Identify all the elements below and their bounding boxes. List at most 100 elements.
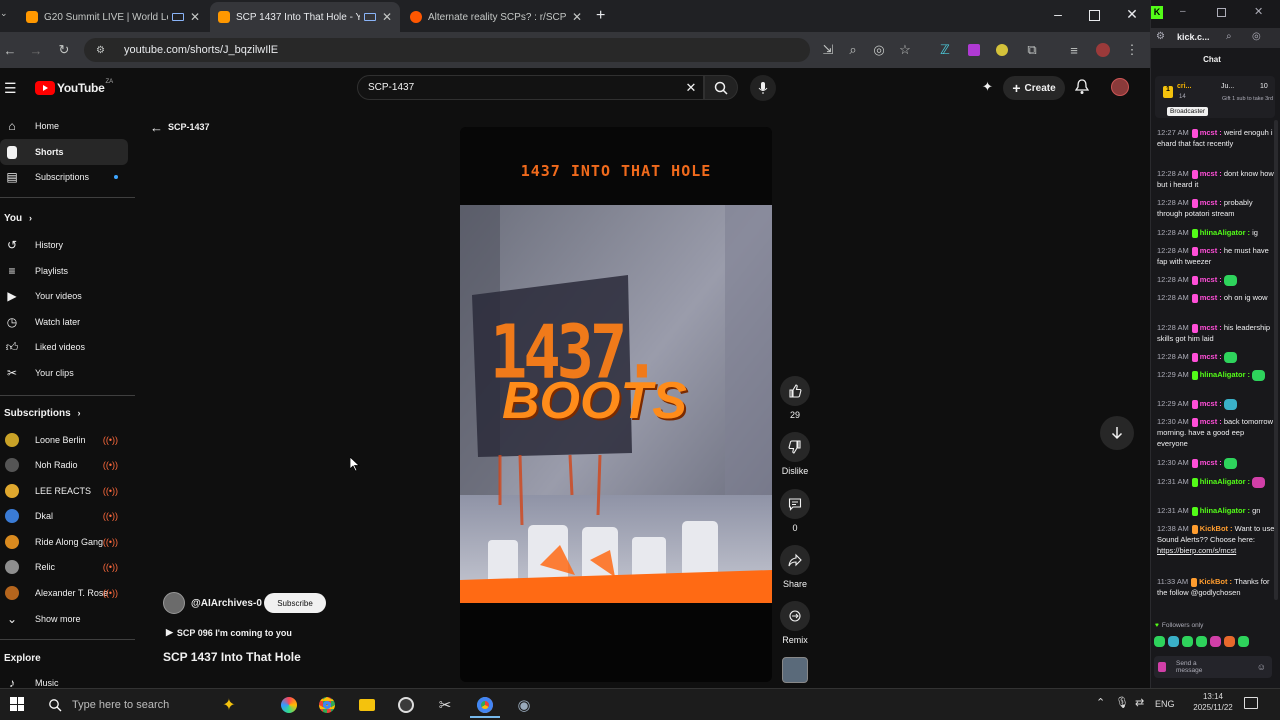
chat-username[interactable]: hlinaAligator bbox=[1200, 228, 1246, 237]
zoom-icon[interactable]: ⌕ bbox=[843, 40, 863, 60]
sidebar-item-liked-videos[interactable]: 👍︎ Liked videos bbox=[0, 334, 128, 360]
youtube-logo[interactable]: YouTube ZA bbox=[35, 79, 113, 97]
popup-eye-off-icon[interactable]: ◎ bbox=[1252, 31, 1261, 42]
copilot-sparkle-icon[interactable]: ✦ bbox=[218, 694, 240, 716]
emote-icon[interactable] bbox=[1238, 636, 1249, 647]
emote-icon[interactable] bbox=[1224, 636, 1235, 647]
chat-username[interactable]: mcst bbox=[1200, 323, 1218, 332]
profile-avatar-icon[interactable] bbox=[1093, 40, 1113, 60]
maximize-icon[interactable] bbox=[1089, 10, 1100, 21]
hamburger-menu-icon[interactable]: ☰ bbox=[4, 80, 20, 96]
taskbar-chrome-profile-icon[interactable] bbox=[474, 694, 496, 716]
clear-search-icon[interactable]: ✕ bbox=[679, 80, 703, 96]
taskbar-obs-icon[interactable] bbox=[395, 694, 417, 716]
close-window-icon[interactable]: ✕ bbox=[1122, 6, 1142, 26]
chat-username[interactable]: KickBot bbox=[1200, 524, 1228, 533]
chat-username[interactable]: mcst bbox=[1200, 458, 1218, 467]
subscribe-button[interactable]: Subscribe bbox=[264, 593, 326, 613]
emote-icon[interactable] bbox=[1154, 636, 1165, 647]
subscription-dkal[interactable]: Dkal ((•)) bbox=[0, 503, 128, 529]
chat-username[interactable]: mcst bbox=[1200, 399, 1218, 408]
notifications-center-icon[interactable] bbox=[1244, 697, 1258, 709]
create-button[interactable]: + Create bbox=[1003, 76, 1065, 100]
popup-minimize-icon[interactable]: – bbox=[1180, 6, 1190, 17]
subscription-noh-radio[interactable]: Noh Radio ((•)) bbox=[0, 452, 128, 478]
emote-quick-bar[interactable] bbox=[1154, 636, 1272, 650]
install-app-icon[interactable]: ⇲ bbox=[818, 40, 838, 60]
chat-username[interactable]: mcst bbox=[1200, 169, 1218, 178]
eye-off-icon[interactable]: ◎ bbox=[869, 40, 889, 60]
new-tab-plus-icon[interactable]: + bbox=[596, 6, 612, 26]
search-button[interactable] bbox=[704, 75, 738, 100]
dislike-button[interactable]: Dislike bbox=[780, 432, 810, 476]
taskbar-chrome-icon[interactable] bbox=[316, 694, 338, 716]
chat-username[interactable]: KickBot bbox=[1199, 577, 1227, 586]
address-bar[interactable]: ⚙ youtube.com/shorts/J_bqzilwIlE bbox=[84, 38, 810, 62]
subscription-ride-along-gang[interactable]: Ride Along Gang ((•)) bbox=[0, 529, 128, 555]
sidebar-item-your-clips[interactable]: ✂ Your clips bbox=[0, 360, 128, 386]
chat-input[interactable]: Send a message ☺ bbox=[1154, 656, 1272, 678]
notifications-bell-icon[interactable] bbox=[1075, 79, 1091, 97]
browser-menu-icon[interactable]: ⋮ bbox=[1122, 40, 1142, 60]
popup-site-icon[interactable]: ⚙ bbox=[1156, 31, 1165, 42]
forward-arrow-icon[interactable]: → bbox=[26, 40, 46, 60]
tab-close-icon[interactable]: ✕ bbox=[572, 10, 582, 24]
chat-link[interactable]: https://bierp.com/s/mcst bbox=[1157, 546, 1236, 555]
sidebar-item-shorts[interactable]: Shorts bbox=[0, 139, 128, 165]
show-hidden-icons-chevron[interactable]: ⌃ bbox=[1096, 696, 1105, 709]
popup-zoom-icon[interactable]: ⌕ bbox=[1226, 31, 1232, 42]
tab-reddit-scp[interactable]: Alternate reality SCPs? : r/SCP ✕ bbox=[402, 2, 590, 32]
emote-icon[interactable] bbox=[1168, 636, 1179, 647]
taskbar-app-icon[interactable]: ◉ bbox=[513, 694, 535, 716]
tab-close-icon[interactable]: ✕ bbox=[190, 10, 200, 24]
sound-thumbnail[interactable] bbox=[782, 657, 808, 683]
chat-username[interactable]: mcst bbox=[1200, 198, 1218, 207]
network-icon[interactable]: ⇄ bbox=[1135, 696, 1144, 709]
emote-picker-icon[interactable]: ☺ bbox=[1257, 662, 1266, 672]
tab-scp-1437[interactable]: SCP 1437 Into That Hole - Y ✕ bbox=[210, 2, 400, 32]
sidebar-item-home[interactable]: ⌂ Home bbox=[0, 113, 128, 139]
sparkle-icon[interactable]: ✦ bbox=[982, 79, 1000, 97]
taskbar-app-copilot-icon[interactable] bbox=[278, 694, 300, 716]
taskbar-file-explorer-icon[interactable] bbox=[356, 694, 378, 716]
chat-username[interactable]: hlinaAligator bbox=[1200, 477, 1246, 486]
tab-g20-summit[interactable]: G20 Summit LIVE | World Le ✕ bbox=[18, 2, 208, 32]
site-info-icon[interactable]: ⚙ bbox=[96, 45, 110, 56]
sidebar-item-subscriptions[interactable]: ▤ Subscriptions bbox=[0, 164, 128, 190]
windows-start-icon[interactable] bbox=[10, 697, 24, 711]
like-button[interactable]: 29 bbox=[780, 376, 810, 420]
sidebar-item-history[interactable]: ↺ History bbox=[0, 232, 128, 258]
channel-avatar[interactable] bbox=[163, 592, 185, 614]
show-more-button[interactable]: ⌄ Show more bbox=[0, 606, 128, 632]
minimize-icon[interactable]: – bbox=[1048, 6, 1068, 26]
search-input[interactable]: SCP-1437 ✕ bbox=[357, 75, 704, 100]
you-heading[interactable]: You › bbox=[4, 213, 32, 224]
remix-button[interactable]: Remix bbox=[780, 601, 810, 645]
voice-search-button[interactable] bbox=[750, 75, 776, 101]
subscription-lee-reacts[interactable]: LEE REACTS ((•)) bbox=[0, 478, 128, 504]
language-indicator[interactable]: ENG bbox=[1155, 699, 1175, 709]
share-button[interactable]: Share bbox=[780, 545, 810, 589]
shorts-video-player[interactable]: 1437 INTO THAT HOLE 1437. BOOTS bbox=[460, 127, 772, 682]
sidebar-item-playlists[interactable]: ≡ Playlists bbox=[0, 258, 128, 284]
back-arrow-icon[interactable]: ← bbox=[0, 40, 20, 60]
chat-username[interactable]: mcst bbox=[1200, 293, 1218, 302]
emote-icon[interactable] bbox=[1196, 636, 1207, 647]
subscription-relic[interactable]: Relic ((•)) bbox=[0, 554, 128, 580]
tab-search-chevron-icon[interactable]: ⌄ bbox=[0, 8, 12, 24]
comments-button[interactable]: 0 bbox=[780, 489, 810, 533]
chat-username[interactable]: hlinaAligator bbox=[1200, 506, 1246, 515]
reload-icon[interactable]: ↻ bbox=[54, 40, 74, 60]
channel-name[interactable]: @AIArchives-0 bbox=[191, 598, 262, 609]
chat-username[interactable]: mcst bbox=[1200, 246, 1218, 255]
playlist-link[interactable]: ▶ SCP 096 I'm coming to you bbox=[166, 627, 292, 638]
taskbar-snipping-tool-icon[interactable]: ✂ bbox=[434, 694, 456, 716]
back-arrow-icon[interactable]: ← bbox=[150, 120, 163, 135]
subscription-alexander-t-rose[interactable]: Alexander T. Rose ((•)) bbox=[0, 580, 128, 606]
media-controls-icon[interactable]: ≡ bbox=[1064, 40, 1084, 60]
sidebar-item-your-videos[interactable]: ▶ Your videos bbox=[0, 283, 128, 309]
popup-maximize-icon[interactable] bbox=[1217, 8, 1226, 17]
tab-close-icon[interactable]: ✕ bbox=[382, 10, 392, 24]
popup-close-icon[interactable]: ✕ bbox=[1254, 5, 1263, 18]
chat-username[interactable]: mcst bbox=[1200, 352, 1218, 361]
